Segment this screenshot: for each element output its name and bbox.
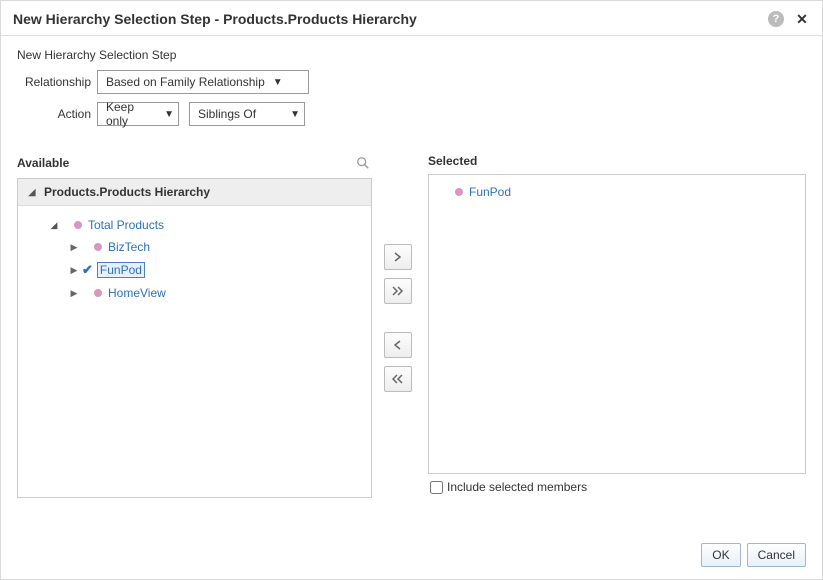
tree-body: ◢ Total Products ▶ BizTech ▶: [18, 206, 371, 312]
move-left-button[interactable]: [384, 332, 412, 358]
selected-item[interactable]: FunPod: [437, 183, 797, 201]
action-row: Action Keep only ▼ Siblings Of ▼: [17, 102, 806, 126]
tree-node-label: FunPod: [97, 262, 145, 278]
action-select-2[interactable]: Siblings Of ▼: [189, 102, 305, 126]
panels-row: Available ◢ Products.Products Hierarchy …: [17, 154, 806, 500]
collapse-icon[interactable]: ◢: [26, 187, 38, 198]
include-members-label: Include selected members: [447, 480, 587, 494]
action-select-value: Keep only: [106, 100, 156, 128]
cancel-button[interactable]: Cancel: [747, 543, 806, 567]
relationship-row: Relationship Based on Family Relationshi…: [17, 70, 806, 94]
tree-node-label: Total Products: [88, 218, 164, 232]
expand-icon[interactable]: ▶: [68, 288, 80, 299]
selected-panel: Selected FunPod Include selected members: [428, 154, 806, 500]
selected-title: Selected: [428, 154, 477, 168]
bullet-icon: [74, 221, 82, 229]
bullet-icon: [94, 243, 102, 251]
available-header: Available: [17, 154, 372, 172]
separator: [1, 35, 822, 36]
tree-root[interactable]: ◢ Products.Products Hierarchy: [18, 179, 371, 206]
close-icon[interactable]: ✕: [794, 11, 810, 27]
include-members-checkbox[interactable]: [430, 481, 443, 494]
tree-node-homeview[interactable]: ▶ HomeView: [24, 282, 365, 304]
dialog-footer: OK Cancel: [1, 531, 822, 579]
dialog-title: New Hierarchy Selection Step - Products.…: [13, 11, 768, 27]
available-title: Available: [17, 156, 69, 170]
available-panel: Available ◢ Products.Products Hierarchy …: [17, 154, 372, 498]
action-select-2-value: Siblings Of: [198, 107, 282, 121]
chevron-down-icon: ▼: [273, 77, 283, 88]
move-all-left-button[interactable]: [384, 366, 412, 392]
dialog-subtitle: New Hierarchy Selection Step: [17, 48, 806, 62]
shuttle-buttons: [384, 244, 416, 392]
move-right-button[interactable]: [384, 244, 412, 270]
selected-item-label: FunPod: [469, 185, 511, 199]
help-icon[interactable]: ?: [768, 11, 784, 27]
available-tree: ◢ Products.Products Hierarchy ◢ Total Pr…: [17, 178, 372, 498]
tree-node-total-products[interactable]: ◢ Total Products: [24, 214, 365, 236]
tree-root-label: Products.Products Hierarchy: [44, 185, 210, 199]
title-bar: New Hierarchy Selection Step - Products.…: [1, 1, 822, 35]
bullet-icon: [455, 188, 463, 196]
collapse-icon[interactable]: ◢: [48, 220, 60, 231]
relationship-select-value: Based on Family Relationship: [106, 75, 265, 89]
expand-icon[interactable]: ▶: [68, 242, 80, 253]
chevron-down-icon: ▼: [290, 109, 300, 120]
action-label: Action: [17, 107, 97, 121]
relationship-label: Relationship: [17, 75, 97, 89]
tree-node-biztech[interactable]: ▶ BizTech: [24, 236, 365, 258]
include-members-row: Include selected members: [428, 474, 806, 500]
move-all-right-button[interactable]: [384, 278, 412, 304]
check-icon: ✔: [82, 262, 93, 278]
selected-list: FunPod: [428, 174, 806, 474]
dialog-body: New Hierarchy Selection Step Relationshi…: [1, 48, 822, 531]
relationship-select[interactable]: Based on Family Relationship ▼: [97, 70, 309, 94]
action-select[interactable]: Keep only ▼: [97, 102, 179, 126]
bullet-icon: [94, 289, 102, 297]
search-icon[interactable]: [354, 154, 372, 172]
tree-node-label: HomeView: [108, 286, 166, 300]
tree-node-funpod[interactable]: ▶ ✔ FunPod: [24, 258, 365, 282]
chevron-down-icon: ▼: [164, 109, 174, 120]
tree-node-label: BizTech: [108, 240, 150, 254]
selected-header: Selected: [428, 154, 806, 168]
expand-icon[interactable]: ▶: [68, 265, 80, 276]
dialog: New Hierarchy Selection Step - Products.…: [0, 0, 823, 580]
ok-button[interactable]: OK: [701, 543, 740, 567]
